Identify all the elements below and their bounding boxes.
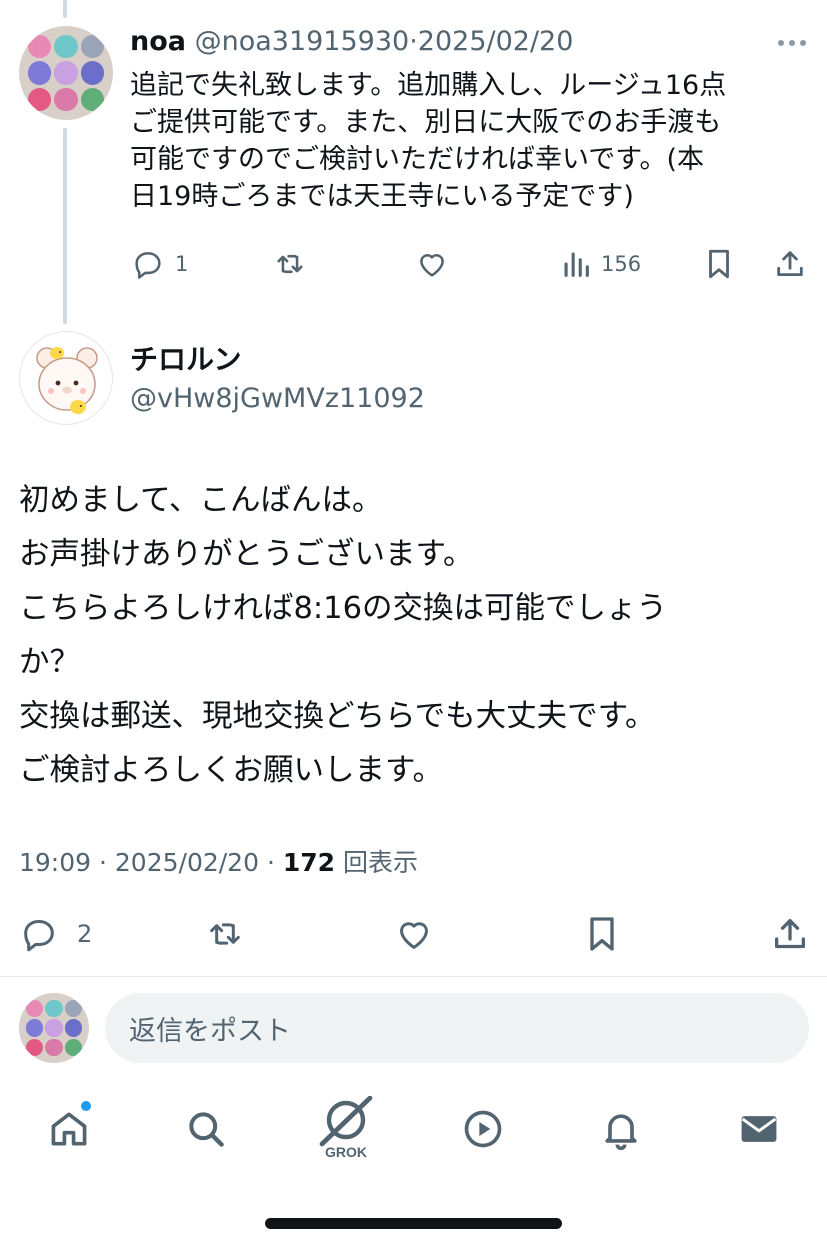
- prev-tweet-text: 追記で失礼致します。追加購入し、ルージュ16点 ご提供可能です。また、別日に大阪…: [130, 70, 727, 212]
- reply-input[interactable]: 返信をポスト: [105, 993, 809, 1063]
- retweet-action[interactable]: [272, 247, 308, 281]
- heart-icon: [400, 922, 428, 949]
- share-action[interactable]: [770, 914, 810, 954]
- nav-notifications[interactable]: [597, 1105, 645, 1153]
- view-count: 172: [282, 848, 336, 877]
- retweet-action[interactable]: [203, 914, 247, 954]
- main-tweet-text: 初めまして、こんばんは。 お声掛けありがとうございます。 こちらよろしければ8:…: [19, 483, 667, 788]
- meta-separator: ·: [266, 848, 275, 877]
- prev-tweet-header: noa @noa31915930·2025/02/20: [130, 24, 573, 60]
- reply-icon: [135, 252, 161, 279]
- like-action[interactable]: [415, 247, 449, 281]
- reply-action[interactable]: 1: [131, 247, 188, 281]
- thread-line-top: [63, 0, 67, 18]
- views-count: 156: [601, 252, 642, 276]
- video-play-icon: [464, 1110, 502, 1148]
- search-icon: [189, 1112, 224, 1147]
- bookmark-action[interactable]: [704, 247, 734, 281]
- tweet-meta: 19:09 · 2025/02/20 · 172 回表示: [19, 845, 418, 881]
- share-icon: [775, 919, 805, 949]
- author-display-name[interactable]: チロルン: [130, 342, 241, 378]
- nav-video[interactable]: [459, 1105, 507, 1153]
- divider: [0, 976, 827, 977]
- reply-count: 1: [175, 252, 189, 276]
- reply-icon: [24, 920, 54, 952]
- views-icon: [564, 252, 589, 277]
- grok-icon: [319, 1096, 373, 1147]
- separator: ·: [409, 26, 418, 57]
- mail-icon: [741, 1116, 777, 1142]
- share-action[interactable]: [773, 247, 807, 281]
- heart-icon: [420, 254, 444, 277]
- retweet-icon: [277, 254, 303, 274]
- reply-input-placeholder: 返信をポスト: [129, 1015, 291, 1047]
- view-count-label: 回表示: [343, 848, 419, 877]
- bookmark-icon: [709, 249, 729, 279]
- views-action[interactable]: 156: [561, 247, 641, 281]
- like-action[interactable]: [393, 914, 435, 954]
- share-icon: [777, 251, 803, 277]
- bell-icon: [605, 1114, 637, 1151]
- tweet-date[interactable]: 2025/02/20: [115, 848, 259, 877]
- nav-grok[interactable]: GROK: [316, 1092, 376, 1164]
- reply-action[interactable]: 2: [19, 914, 92, 954]
- retweet-icon: [210, 923, 240, 945]
- avatar-chiroru[interactable]: [19, 331, 113, 425]
- reply-count: 2: [77, 920, 93, 948]
- nav-messages[interactable]: [735, 1105, 783, 1153]
- meta-separator: ·: [99, 848, 107, 877]
- handle[interactable]: @noa31915930: [195, 26, 410, 57]
- home-icon: [51, 1112, 87, 1146]
- bookmark-icon: [590, 917, 614, 951]
- thread-line: [63, 128, 67, 324]
- nav-search[interactable]: [182, 1105, 230, 1153]
- tweet-time[interactable]: 19:09: [19, 848, 91, 877]
- display-name[interactable]: noa: [130, 26, 186, 57]
- notification-dot: [81, 1101, 91, 1111]
- avatar-noa[interactable]: [19, 26, 113, 120]
- more-dots-icon[interactable]: [776, 34, 808, 46]
- tweet-date[interactable]: 2025/02/20: [418, 26, 574, 57]
- author-handle[interactable]: @vHw8jGwMVz11092: [130, 381, 425, 417]
- home-indicator: [265, 1218, 562, 1229]
- bookmark-action[interactable]: [584, 914, 620, 954]
- my-avatar[interactable]: [19, 993, 89, 1063]
- nav-home[interactable]: [45, 1101, 93, 1153]
- grok-label: GROK: [325, 1144, 367, 1160]
